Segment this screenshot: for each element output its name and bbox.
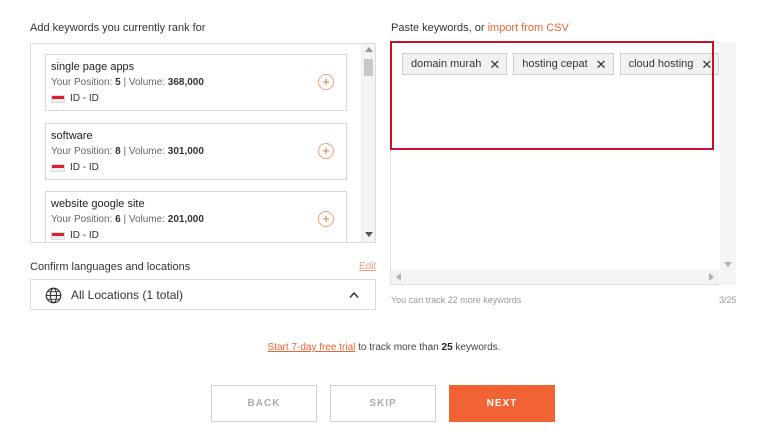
keyword-count: 3/25 (719, 295, 737, 305)
keyword-limit: 25 (441, 342, 453, 353)
trial-text: to track more than (355, 342, 442, 353)
skip-button[interactable]: SKIP (330, 385, 436, 422)
add-keyword-button[interactable]: + (318, 211, 334, 227)
paste-keywords-area[interactable] (390, 42, 736, 285)
add-keyword-button[interactable]: + (318, 74, 334, 90)
remove-tag-icon[interactable]: ✕ (596, 58, 607, 71)
location-code: ID - ID (70, 93, 99, 104)
chevron-up-icon (349, 291, 359, 298)
add-keyword-button[interactable]: + (318, 143, 334, 159)
indonesia-flag-icon (51, 94, 65, 103)
keyword-location: ID - ID (51, 93, 99, 104)
scroll-down-arrow-icon[interactable] (724, 262, 732, 267)
keywords-scrollbar[interactable] (361, 44, 375, 242)
keyword-location: ID - ID (51, 162, 99, 173)
scroll-left-arrow-icon[interactable] (396, 273, 401, 281)
keyword-tag-label: hosting cepat (522, 58, 588, 70)
locations-label: Confirm languages and locations (30, 261, 191, 273)
indonesia-flag-icon (51, 163, 65, 172)
position-label: Your Position: (51, 214, 116, 225)
scroll-down-arrow-icon[interactable] (365, 232, 373, 237)
keyword-meta: Your Position: 8 | Volume: 301,000 (51, 146, 204, 157)
keyword-card: single page apps Your Position: 5 | Volu… (45, 54, 347, 111)
remaining-keywords-note: You can track 22 more keywords (391, 295, 522, 305)
volume-value: 368,000 (167, 77, 204, 88)
keyword-tag-label: domain murah (411, 58, 482, 70)
rank-keywords-list[interactable]: single page apps Your Position: 5 | Volu… (30, 43, 376, 243)
keyword-card: software Your Position: 8 | Volume: 301,… (45, 123, 347, 180)
paste-keywords-title: Paste keywords, or import from CSV (391, 22, 569, 34)
scroll-right-arrow-icon[interactable] (709, 273, 714, 281)
keyword-name: single page apps (51, 61, 135, 73)
keyword-name: website google site (51, 198, 145, 210)
keyword-tag: hosting cepat ✕ (513, 53, 614, 75)
globe-icon (45, 287, 62, 304)
trial-text-suffix: keywords. (452, 342, 501, 353)
volume-value: 301,000 (167, 146, 204, 157)
keyword-tag: cloud hosting ✕ (619, 53, 720, 75)
next-button[interactable]: NEXT (449, 385, 555, 422)
remove-tag-icon[interactable]: ✕ (489, 58, 500, 71)
locations-dropdown[interactable]: All Locations (1 total) (30, 279, 376, 310)
volume-label: | Volume: (123, 214, 168, 225)
keyword-name: software (51, 130, 93, 142)
paste-keywords-label: Paste keywords, or (391, 22, 488, 34)
keyword-card: website google site Your Position: 6 | V… (45, 191, 347, 242)
keyword-tag: domain murah ✕ (402, 53, 508, 75)
keyword-tag-label: cloud hosting (628, 58, 694, 70)
remove-tag-icon[interactable]: ✕ (701, 58, 712, 71)
volume-label: | Volume: (123, 146, 168, 157)
start-trial-link[interactable]: Start 7-day free trial (268, 342, 356, 353)
rank-keywords-title: Add keywords you currently rank for (30, 22, 206, 34)
edit-locations-link[interactable]: Edit (359, 261, 376, 272)
scroll-up-arrow-icon[interactable] (365, 47, 373, 52)
paste-area-vertical-scrollbar[interactable] (720, 42, 736, 285)
trial-message: Start 7-day free trial to track more tha… (0, 342, 768, 353)
keyword-location: ID - ID (51, 230, 99, 241)
position-label: Your Position: (51, 77, 116, 88)
paste-area-horizontal-scrollbar[interactable] (391, 269, 719, 284)
indonesia-flag-icon (51, 231, 65, 240)
keyword-meta: Your Position: 5 | Volume: 368,000 (51, 77, 204, 88)
selected-location: All Locations (1 total) (71, 288, 184, 302)
location-code: ID - ID (70, 162, 99, 173)
import-csv-link[interactable]: import from CSV (488, 22, 569, 34)
back-button[interactable]: BACK (211, 385, 317, 422)
location-code: ID - ID (70, 230, 99, 241)
scroll-thumb[interactable] (364, 59, 373, 76)
keyword-meta: Your Position: 6 | Volume: 201,000 (51, 214, 204, 225)
volume-value: 201,000 (167, 214, 204, 225)
position-label: Your Position: (51, 146, 116, 157)
volume-label: | Volume: (123, 77, 168, 88)
keyword-tags: domain murah ✕ hosting cepat ✕ cloud hos… (402, 53, 720, 75)
